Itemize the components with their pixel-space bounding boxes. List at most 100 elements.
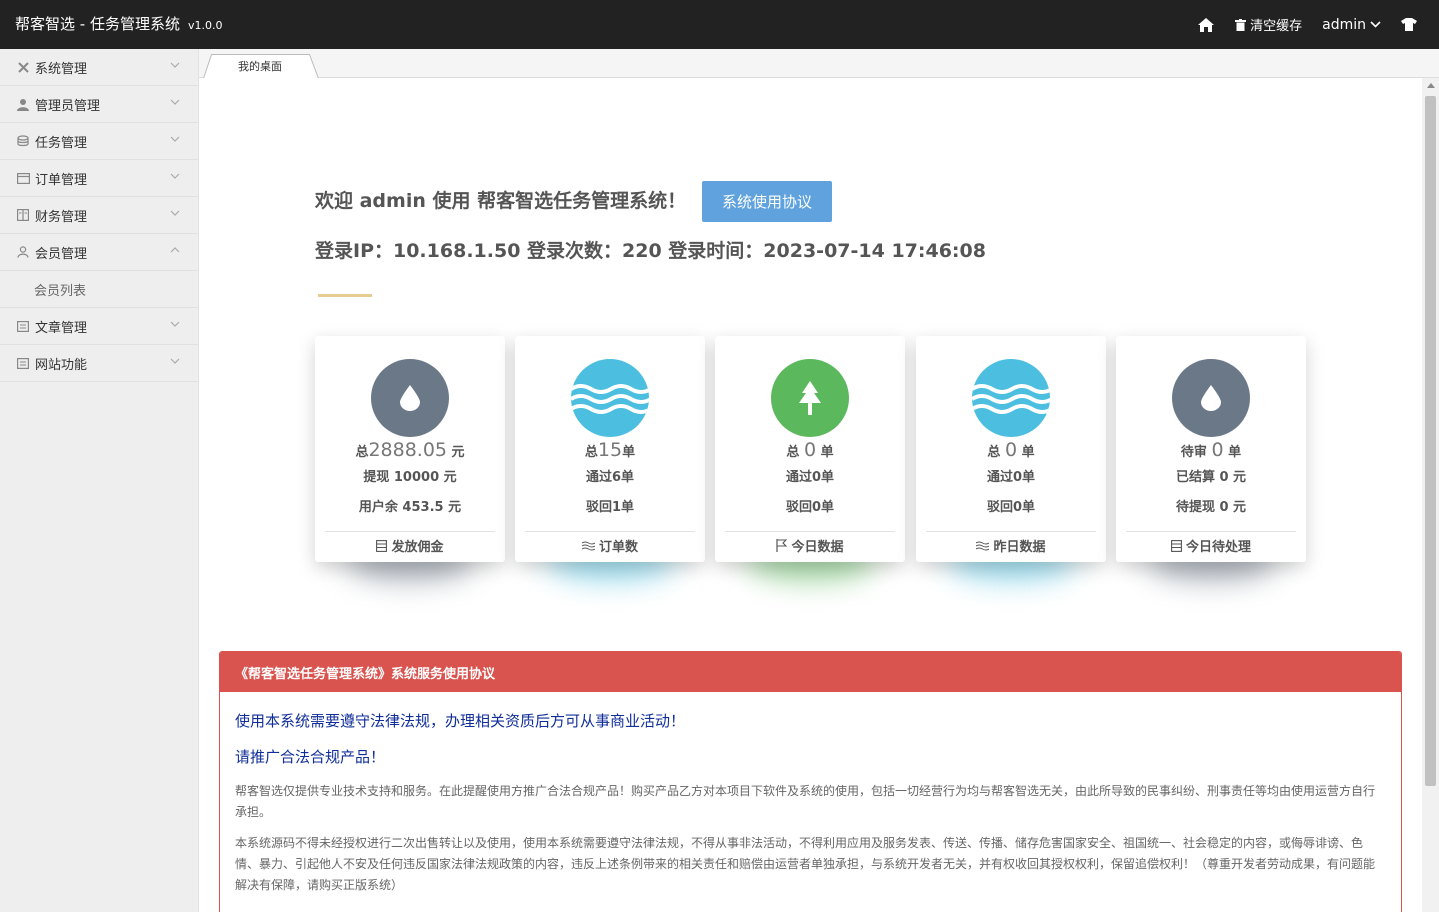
chevron-up-icon xyxy=(170,247,180,253)
window-icon xyxy=(16,171,30,185)
chevron-down-icon xyxy=(170,173,180,179)
card-line-3: 用户余 453.5 元 xyxy=(358,500,462,515)
notice-paragraph-2: 本系统源码不得未经授权进行二次出售转让以及使用，使用本系统需要遵守法律法规，不得… xyxy=(235,836,1376,892)
card-separator xyxy=(325,531,495,532)
card-line-2: 通过0单 xyxy=(785,470,835,485)
sidebar-item-article[interactable]: 文章管理 xyxy=(0,308,198,345)
card-footer-link[interactable]: 昨日数据 xyxy=(916,536,1106,555)
card-line-2: 已结算 0 元 xyxy=(1175,470,1247,485)
agreement-panel: 《帮客智选任务管理系统》系统服务使用协议 使用本系统需要遵守法律法规，办理相关资… xyxy=(219,651,1402,912)
tab-bar: 我的桌面 xyxy=(199,49,1439,79)
clear-cache-label: 清空缓存 xyxy=(1250,19,1303,34)
scroll-thumb[interactable] xyxy=(1425,96,1436,786)
card-total-value: 2888.05 xyxy=(368,439,448,461)
stat-card-commission: 总2888.05 元 提现 10000 元 用户余 453.5 元 发放佣金 xyxy=(315,336,505,562)
sidebar-item-label: 订单管理 xyxy=(35,172,88,188)
database-icon xyxy=(16,134,30,148)
card-total-prefix: 总 xyxy=(987,445,1005,460)
card-footer-link[interactable]: 订单数 xyxy=(515,536,705,555)
notice-line-2: 请推广合法合规产品！ xyxy=(235,748,386,766)
app-title-text: 帮客智选 - 任务管理系统 xyxy=(15,15,180,33)
sidebar-item-finance[interactable]: 财务管理 xyxy=(0,197,198,234)
sidebar-subitem-member-list[interactable]: 会员列表 xyxy=(0,271,198,308)
clear-cache-button[interactable]: 清空缓存 xyxy=(1235,15,1302,34)
card-total-value: 0 xyxy=(1004,439,1018,461)
card-separator xyxy=(725,531,895,532)
card-footer-link[interactable]: 今日待处理 xyxy=(1116,536,1306,555)
card-footer-link[interactable]: 今日数据 xyxy=(715,536,905,555)
calendar-icon xyxy=(1171,539,1182,552)
card-footer-label: 今日待处理 xyxy=(1185,540,1251,555)
app-title: 帮客智选 - 任务管理系统 v1.0.0 xyxy=(15,13,222,34)
main-content: 欢迎 admin 使用 帮客智选任务管理系统！ 系统使用协议 登录IP：10.1… xyxy=(199,78,1422,912)
agreement-panel-title: 《帮客智选任务管理系统》系统服务使用协议 xyxy=(220,652,1401,692)
content-scrollbar[interactable] xyxy=(1422,78,1439,912)
welcome-text: 欢迎 admin 使用 帮客智选任务管理系统！ xyxy=(315,190,687,212)
sidebar-item-system[interactable]: 系统管理 xyxy=(0,49,198,86)
sidebar-item-admin[interactable]: 管理员管理 xyxy=(0,86,198,123)
theme-button[interactable] xyxy=(1401,18,1417,31)
sidebar-item-website[interactable]: 网站功能 xyxy=(0,345,198,382)
sidebar-item-label: 系统管理 xyxy=(35,61,88,77)
card-total-prefix: 总 xyxy=(355,445,369,460)
card-line-3: 驳回1单 xyxy=(585,500,635,515)
card-line-3: 驳回0单 xyxy=(986,500,1036,515)
calendar-icon xyxy=(376,539,388,552)
tab-my-desktop[interactable]: 我的桌面 xyxy=(203,54,317,78)
notice-line-1: 使用本系统需要遵守法律法规，办理相关资质后方可从事商业活动！ xyxy=(235,712,686,730)
card-total-prefix: 总 xyxy=(786,445,804,460)
card-footer-label: 今日数据 xyxy=(791,540,844,555)
agreement-button[interactable]: 系统使用协议 xyxy=(702,181,832,222)
home-button[interactable] xyxy=(1197,17,1215,33)
agreement-panel-body: 使用本系统需要遵守法律法规，办理相关资质后方可从事商业活动！ 请推广合法合规产品… xyxy=(220,710,1401,896)
members-icon xyxy=(16,245,30,259)
drop-icon xyxy=(1172,359,1250,437)
card-total-suffix: 单 xyxy=(1017,445,1035,460)
sidebar-item-label: 文章管理 xyxy=(35,320,88,336)
sidebar-item-member[interactable]: 会员管理 xyxy=(0,234,198,271)
card-separator xyxy=(926,531,1096,532)
card-total: 总15单 xyxy=(515,439,705,461)
card-total: 总 0 单 xyxy=(916,439,1106,461)
user-icon xyxy=(16,97,30,111)
card-total-suffix: 元 xyxy=(447,445,465,460)
card-total-suffix: 单 xyxy=(622,445,636,460)
card-footer-label: 订单数 xyxy=(598,540,638,555)
card-separator xyxy=(1126,531,1296,532)
trash-icon xyxy=(1235,18,1247,31)
stat-card-yesterday: 总 0 单 通过0单 驳回0单 昨日数据 xyxy=(916,336,1106,562)
book-icon xyxy=(16,208,30,222)
sidebar-item-label: 网站功能 xyxy=(35,357,88,373)
sidebar-item-label: 管理员管理 xyxy=(35,98,101,114)
card-total: 总2888.05 元 xyxy=(315,439,505,461)
card-total-prefix: 总 xyxy=(584,445,598,460)
card-footer-label: 昨日数据 xyxy=(993,540,1046,555)
sidebar-item-task[interactable]: 任务管理 xyxy=(0,123,198,160)
app-version: v1.0.0 xyxy=(187,19,223,32)
card-total: 待审 0 单 xyxy=(1116,439,1306,461)
card-line-2: 提现 10000 元 xyxy=(363,470,457,485)
chevron-down-icon xyxy=(170,62,180,68)
tree-icon xyxy=(771,359,849,437)
chevron-down-icon xyxy=(170,358,180,364)
sidebar-item-order[interactable]: 订单管理 xyxy=(0,160,198,197)
drop-icon xyxy=(371,359,449,437)
chevron-down-icon xyxy=(170,136,180,142)
card-total-prefix: 待审 xyxy=(1180,445,1212,460)
card-footer-label: 发放佣金 xyxy=(391,540,444,555)
card-line-3: 待提现 0 元 xyxy=(1175,500,1247,515)
wave-icon xyxy=(972,359,1050,437)
chevron-down-icon xyxy=(170,99,180,105)
stat-card-orders: 总15单 通过6单 驳回1单 订单数 xyxy=(515,336,705,562)
sidebar-subitem-label: 会员列表 xyxy=(34,283,87,299)
card-total: 总 0 单 xyxy=(715,439,905,461)
scroll-up-arrow[interactable] xyxy=(1427,83,1435,88)
card-footer-link[interactable]: 发放佣金 xyxy=(315,536,505,555)
notice-paragraph-1: 帮客智选仅提供专业技术支持和服务。在此提醒使用方推广合法合规产品！购买产品乙方对… xyxy=(235,784,1376,819)
user-menu[interactable]: admin xyxy=(1322,17,1381,33)
wave-icon xyxy=(581,541,595,550)
gold-divider xyxy=(318,294,372,297)
flag-icon xyxy=(776,539,788,552)
card-total-suffix: 单 xyxy=(1223,445,1242,460)
wave-icon xyxy=(976,541,990,550)
